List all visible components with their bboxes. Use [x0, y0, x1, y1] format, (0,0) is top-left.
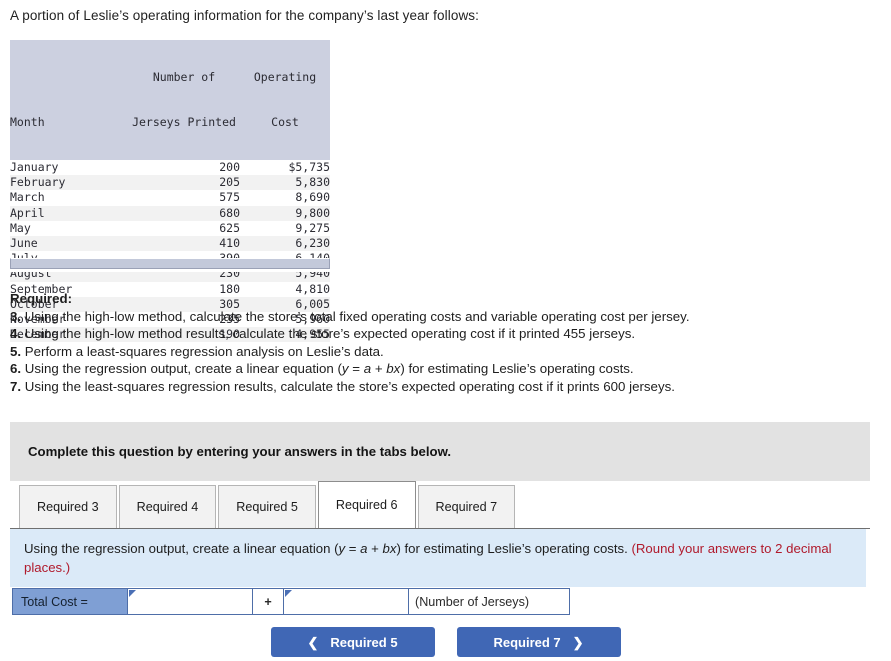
- tab-required-4[interactable]: Required 4: [118, 485, 217, 528]
- required-item-number: 4.: [10, 326, 25, 342]
- required-item-6: 6. Using the regression output, create a…: [10, 360, 870, 378]
- next-button-label: Required 7: [493, 634, 561, 650]
- tab-strip: Required 3 Required 4 Required 5 Required 6…: [10, 481, 870, 529]
- required-item-4: 4. Using the high-low method results, ca…: [10, 325, 870, 343]
- tab-label: Required 4: [136, 500, 199, 514]
- table-cell-month: May: [10, 220, 31, 235]
- table-cell-month: April: [10, 205, 45, 220]
- required-item-text: Using the high-low method results, calcu…: [24, 326, 636, 342]
- instruction-part1: Using the regression output, create a li…: [24, 541, 339, 556]
- table-cell-units: 200: [219, 160, 240, 174]
- table-row: March 575 8,690: [10, 190, 330, 206]
- required-list: 3. Using the high-low method, calculate …: [10, 308, 870, 396]
- table-cell-month: March: [10, 190, 45, 205]
- tab-strip-baseline: [10, 528, 870, 529]
- table-row: February 205 5,830: [10, 175, 330, 191]
- instruction-eq-plus: +: [367, 541, 383, 556]
- plus-operator-label: +: [264, 594, 272, 609]
- total-cost-label-cell: Total Cost =: [12, 588, 128, 615]
- table-cell-cost: 9,800: [295, 205, 330, 220]
- table-header-row: Month Number of Jerseys Printed Operatin…: [10, 40, 330, 160]
- next-required-7-button[interactable]: Required 7 ❯: [456, 627, 621, 657]
- cell-flag-icon: [285, 590, 292, 597]
- number-of-jerseys-note: (Number of Jerseys): [415, 594, 530, 609]
- col-header-cost-line2: Cost: [271, 115, 299, 129]
- table-cell-month: June: [10, 236, 38, 251]
- tab-required-3[interactable]: Required 3: [19, 485, 117, 528]
- chevron-right-icon: ❯: [572, 634, 584, 650]
- col-header-month: Month: [10, 40, 128, 160]
- tab-required-5[interactable]: Required 5: [218, 485, 316, 528]
- col-header-cost-line1: Operating: [253, 70, 317, 84]
- required-item-7: 7. Using the least-squares regression re…: [10, 378, 870, 396]
- col-header-month-line2: Month: [10, 115, 45, 129]
- instruction-eq-bx: bx: [382, 541, 397, 556]
- required-heading: Required:: [10, 291, 73, 306]
- table-cell-cost: $5,735: [288, 160, 330, 174]
- required-item-number: 7.: [10, 378, 25, 394]
- col-header-units-line2: Jerseys Printed: [132, 115, 236, 129]
- table-cell-month: February: [10, 175, 66, 190]
- table-row: June 410 6,230: [10, 236, 330, 252]
- col-header-units: Number of Jerseys Printed: [128, 40, 240, 160]
- navigation-bar: ❮ Required 5 Required 7 ❯: [0, 627, 891, 657]
- table-horizontal-scrollbar[interactable]: [10, 258, 330, 269]
- tab-required-6[interactable]: Required 6: [317, 481, 416, 528]
- table-scroll-spacer: [10, 269, 330, 272]
- required-block: Required: 3. Using the high-low method, …: [10, 290, 870, 396]
- required-item-number: 5.: [10, 343, 25, 359]
- chevron-left-icon: ❮: [307, 634, 319, 650]
- table-row: January 200 $5,735: [10, 160, 330, 176]
- col-header-cost: Operating Cost: [240, 40, 330, 160]
- tab-required-7[interactable]: Required 7: [417, 485, 516, 528]
- intro-text: A portion of Leslie’s operating informat…: [10, 8, 479, 23]
- instruction-part2: ) for estimating Leslie’s operating cost…: [396, 541, 632, 556]
- intercept-input-cell[interactable]: [127, 588, 253, 615]
- table-cell-units: 205: [219, 175, 240, 190]
- tab-label: Required 5: [236, 500, 298, 514]
- required-item-text: Using the regression output, create a li…: [24, 361, 634, 377]
- plus-operator-cell: +: [252, 588, 284, 615]
- answer-row: Total Cost = + (Number of Jerseys): [12, 588, 570, 615]
- table-cell-units: 410: [219, 236, 240, 251]
- table-cell-units: 680: [219, 205, 240, 220]
- required-item-text: Using the least-squares regression resul…: [24, 378, 675, 394]
- tabs-row: Required 3 Required 4 Required 5 Required 6…: [19, 481, 517, 528]
- instruction-eq-mid: =: [345, 541, 361, 556]
- prev-button-label: Required 5: [330, 634, 398, 650]
- slope-input-cell[interactable]: [283, 588, 409, 615]
- tab-label: Required 6: [335, 498, 398, 512]
- required-item-text: Perform a least-squares regression analy…: [24, 343, 384, 359]
- table-head: Month Number of Jerseys Printed Operatin…: [10, 40, 330, 160]
- cell-flag-icon: [129, 590, 136, 597]
- table-row: May 625 9,275: [10, 220, 330, 237]
- table-cell-cost: 8,690: [295, 190, 330, 205]
- tab-label: Required 3: [37, 500, 99, 514]
- table-cell-cost: 5,830: [295, 175, 330, 190]
- table-cell-cost: 9,275: [295, 220, 330, 235]
- table-cell-units: 575: [219, 190, 240, 205]
- prev-required-5-button[interactable]: ❮ Required 5: [270, 627, 435, 657]
- required-item-number: 6.: [10, 361, 25, 377]
- required-item-5: 5. Perform a least-squares regression an…: [10, 343, 870, 361]
- col-header-units-line1: Number of: [152, 70, 216, 84]
- number-of-jerseys-note-cell: (Number of Jerseys): [408, 588, 570, 615]
- required-item-number: 3.: [10, 308, 25, 324]
- required-item-3: 3. Using the high-low method, calculate …: [10, 308, 870, 326]
- total-cost-label: Total Cost =: [21, 594, 88, 609]
- table-cell-month: January: [10, 160, 59, 174]
- table-cell-units: 625: [219, 220, 240, 235]
- table-cell-cost: 6,230: [295, 236, 330, 251]
- instruction-panel: Using the regression output, create a li…: [10, 529, 866, 587]
- table-row: April 680 9,800: [10, 205, 330, 221]
- required-item-text: Using the high-low method, calculate the…: [24, 308, 690, 324]
- complete-question-banner: Complete this question by entering your …: [10, 422, 870, 481]
- tab-label: Required 7: [435, 500, 498, 514]
- complete-question-banner-text: Complete this question by entering your …: [28, 444, 452, 459]
